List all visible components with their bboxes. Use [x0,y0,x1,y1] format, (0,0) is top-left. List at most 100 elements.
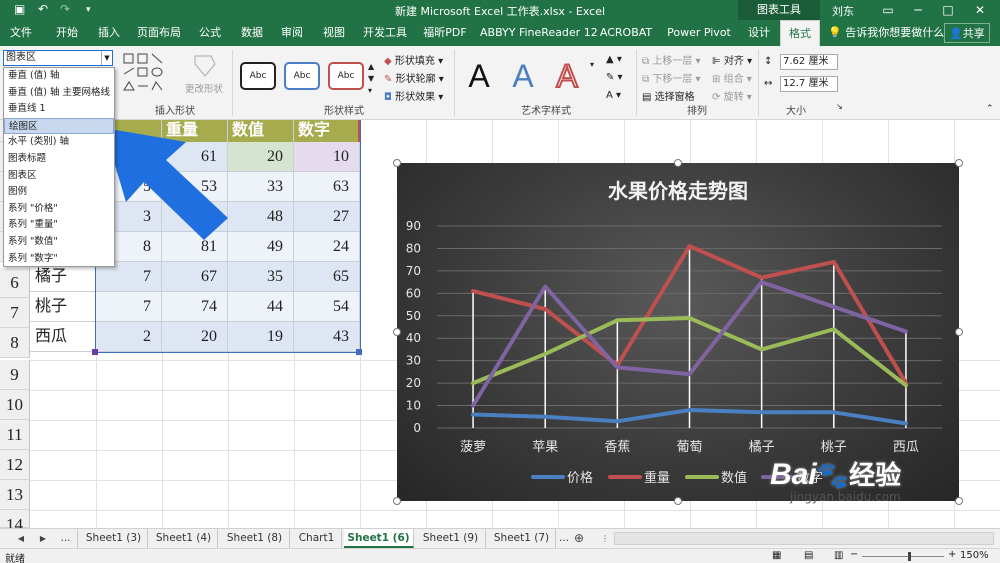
shape-outline-button[interactable]: ✎ 形状轮廓 ▾ [384,70,444,85]
ribbon-display-options-icon[interactable]: ▭ [874,0,902,20]
page-break-view-icon[interactable]: ▥ [834,550,843,561]
tab-view[interactable]: 视图 [318,20,350,46]
row-header[interactable]: 9 [0,360,30,390]
row-header[interactable]: 8 [0,328,30,358]
shape-style-red[interactable]: Abc [328,62,364,90]
maximize-button[interactable]: □ [934,0,962,20]
height-field[interactable]: 7.62 厘米 [780,54,838,70]
tab-format[interactable]: 格式 [780,20,820,46]
chart-area[interactable]: 水果价格走势图 0 10 20 30 40 50 60 70 80 90 菠萝 苹果 香蕉 葡萄 橘子 桃子西… [397,163,959,501]
zoom-slider[interactable] [862,552,944,561]
chart-element-option[interactable]: 垂直线 1 [4,101,114,118]
style-gallery-more-icon[interactable]: ▾ [368,86,372,95]
zoom-slider-thumb[interactable] [908,552,911,561]
range-handle[interactable] [92,349,98,355]
chart-element-option[interactable]: 系列 "重量" [4,217,114,234]
sheet-tab[interactable]: Sheet1 (4) [150,529,218,548]
tab-foxit-pdf[interactable]: 福昕PDF [420,20,470,46]
tab-abbyy[interactable]: ABBYY FineReader 12 [480,20,598,46]
resize-handle[interactable] [393,497,401,505]
resize-handle[interactable] [955,159,963,167]
bring-forward-button[interactable]: ⧉ 上移一层 ▾ [642,52,701,67]
horizontal-scrollbar[interactable] [614,532,994,545]
wordart-style-blue[interactable]: A [504,56,542,96]
row-header[interactable]: 10 [0,390,30,420]
row-header[interactable]: 13 [0,480,30,510]
send-backward-button[interactable]: ⧉ 下移一层 ▾ [642,70,701,85]
cell-fruit-name[interactable]: 西瓜 [30,322,96,352]
chart-element-option-highlighted[interactable]: 绘图区 [4,117,114,135]
sheet-tab-more[interactable]: ... [556,529,572,548]
resize-handle[interactable] [955,328,963,336]
tab-power-pivot[interactable]: Power Pivot [664,20,734,46]
zoom-level[interactable]: 150% [960,550,989,561]
chart-elements-dropdown[interactable]: 图表区 ▼ [3,50,113,66]
tab-data[interactable]: 数据 [236,20,268,46]
chart-element-option[interactable]: 图表标题 [4,151,114,168]
tab-acrobat[interactable]: ACROBAT [596,20,656,46]
text-fill-button[interactable]: ▲ ▾ [606,54,622,65]
sheet-tab-more[interactable]: ... [54,529,78,548]
tab-design[interactable]: 设计 [742,20,776,46]
selection-pane-button[interactable]: ▤ 选择窗格 [642,88,695,103]
shape-effects-button[interactable]: ◘ 形状效果 ▾ [384,88,443,103]
scroll-tabs-right-icon[interactable]: ▶ [36,530,50,547]
row-header[interactable]: 11 [0,420,30,450]
tab-insert[interactable]: 插入 [92,20,126,46]
wordart-gallery-more-icon[interactable]: ▾ [590,60,594,69]
plot-area[interactable]: 0102030405060708090菠萝 苹果 香蕉 葡萄 橘子 桃子 西瓜价格 重量 数值数… [397,163,959,501]
text-outline-button[interactable]: ✎ ▾ [606,72,623,83]
chart-element-option[interactable]: 系列 "数值" [4,234,114,251]
zoom-out-icon[interactable]: − [850,549,858,560]
rotate-button[interactable]: ⟳ 旋转 ▾ [712,88,752,103]
sheet-tab-active[interactable]: Sheet1 (6) [344,529,414,548]
scroll-tabs-left-icon[interactable]: ◀ [14,530,28,547]
style-gallery-up-icon[interactable]: ▲ [368,62,374,71]
resize-handle[interactable] [674,159,682,167]
sheet-tab[interactable]: Sheet1 (3) [80,529,148,548]
row-header[interactable]: 14 [0,510,30,528]
resize-handle[interactable] [393,328,401,336]
cell-fruit-name[interactable]: 桃子 [30,292,96,322]
resize-handle[interactable] [674,497,682,505]
shapes-gallery[interactable] [122,52,172,96]
size-dialog-launcher-icon[interactable]: ↘ [836,102,843,111]
shape-style-blue[interactable]: Abc [284,62,320,90]
chart-element-option[interactable]: 垂直 (值) 轴 主要网格线 [4,85,114,102]
chart-element-option[interactable]: 水平 (类别) 轴 [4,134,114,151]
share-button[interactable]: 👤共享 [944,23,990,43]
shape-fill-button[interactable]: ◆ 形状填充 ▾ [384,52,443,67]
range-handle[interactable] [356,349,362,355]
zoom-in-icon[interactable]: + [948,549,956,560]
chart-element-option[interactable]: 系列 "数字" [4,251,114,268]
tell-me-search[interactable]: 💡 告诉我你想要做什么 [828,20,944,46]
tab-formulas[interactable]: 公式 [194,20,226,46]
tab-split-handle-icon[interactable]: ⋮ [598,530,612,547]
row-header[interactable]: 6 [0,268,30,298]
normal-view-icon[interactable]: ▦ [772,550,781,561]
style-gallery-down-icon[interactable]: ▼ [368,74,374,83]
sheet-tab[interactable]: Chart1 [292,529,342,548]
tab-page-layout[interactable]: 页面布局 [134,20,184,46]
page-layout-view-icon[interactable]: ▤ [804,550,813,561]
shape-style-black[interactable]: Abc [240,62,276,90]
add-sheet-icon[interactable]: ⊕ [572,530,586,547]
minimize-button[interactable]: ─ [904,0,932,20]
sheet-tab[interactable]: Sheet1 (9) [416,529,486,548]
resize-handle[interactable] [393,159,401,167]
chart-element-option[interactable]: 系列 "价格" [4,201,114,218]
tab-home[interactable]: 开始 [50,20,84,46]
user-name[interactable]: 刘东 [832,3,854,19]
row-header[interactable]: 12 [0,450,30,480]
wordart-style-outline[interactable]: A [548,56,586,96]
chart-element-option[interactable]: 图例 [4,184,114,201]
align-button[interactable]: ⊫ 对齐 ▾ [712,52,752,67]
chart-element-option[interactable]: 图表区 [4,168,114,185]
text-effects-button[interactable]: A ▾ [606,90,621,101]
sheet-tab[interactable]: Sheet1 (8) [220,529,290,548]
width-field[interactable]: 12.7 厘米 [780,76,838,92]
row-header[interactable]: 7 [0,298,30,328]
sheet-tab[interactable]: Sheet1 (7) [488,529,556,548]
tab-developer[interactable]: 开发工具 [360,20,410,46]
chevron-down-icon[interactable]: ▼ [101,51,112,65]
